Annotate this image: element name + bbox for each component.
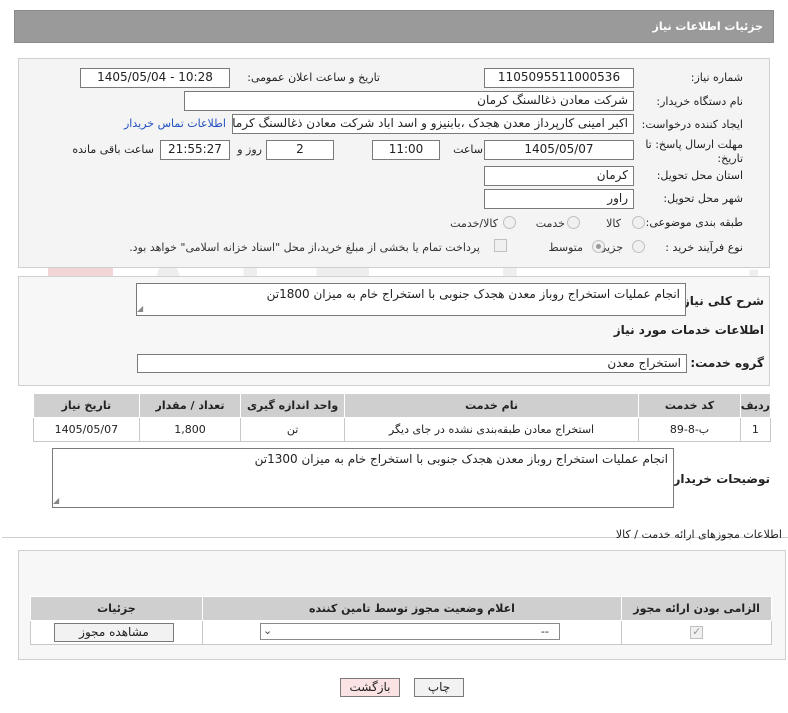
back-button[interactable]: بازگشت (340, 678, 400, 697)
col-permit-details: جزئیات (30, 596, 203, 621)
treasury-payment-note: پرداخت تمام یا بخشی از مبلغ خرید،از محل … (129, 241, 480, 254)
province-label: استان محل تحویل: (656, 169, 743, 182)
deadline-label-date: تاریخ: (717, 152, 743, 165)
city-label: شهر محل تحویل: (663, 192, 743, 205)
permit-required-checkbox[interactable] (690, 625, 704, 640)
service-group-field: استخراج معدن (137, 354, 687, 373)
deadline-label: مهلت ارسال پاسخ: تا (645, 138, 743, 151)
city-field: راور (484, 189, 634, 209)
buyer-notes-textarea[interactable]: انجام عملیات استخراج روباز معدن هجدک جنو… (52, 448, 674, 508)
permit-status-value: -- (541, 625, 549, 638)
creator-label: ایجاد کننده درخواست: (641, 118, 743, 131)
cell-qty: 1,800 (138, 417, 242, 442)
announce-date-field: 1405/05/04 - 10:28 (80, 68, 230, 88)
services-section-title: اطلاعات خدمات مورد نیاز (613, 323, 764, 337)
col-code: کد خدمت (638, 393, 741, 418)
remaining-time-field: 21:55:27 (160, 140, 230, 160)
buyer-contact-link[interactable]: اطلاعات تماس خریدار (124, 117, 226, 130)
col-permit-status: اعلام وضعیت مجوز توسط تامین کننده (201, 596, 623, 621)
need-number-label: شماره نیاز: (690, 71, 743, 84)
creator-field: اکبر امینی کارپرداز معدن هجدک ،بابنیزو و… (232, 114, 634, 134)
cell-unit: تن (240, 417, 345, 442)
process-radio-minor[interactable] (632, 240, 645, 253)
announce-date-label: تاریخ و ساعت اعلان عمومی: (247, 71, 380, 84)
need-number-field: 1105095511000536 (484, 68, 634, 88)
buyer-notes-label: توضیحات خریدار: (668, 472, 770, 486)
category-radio-goods[interactable] (632, 216, 645, 229)
buyer-org-label: نام دستگاه خریدار: (656, 95, 743, 108)
treasury-payment-checkbox[interactable] (494, 239, 507, 252)
category-option-goods: کالا (606, 217, 621, 230)
col-unit: واحد اندازه گیری (240, 393, 345, 418)
category-radio-goods-service[interactable] (503, 216, 516, 229)
remaining-time-label: ساعت باقی مانده (72, 143, 154, 156)
permits-table-header: الزامی بودن ارائه مجوز اعلام وضعیت مجوز … (30, 596, 772, 621)
col-permit-required: الزامی بودن ارائه مجوز (621, 596, 772, 621)
page-title: جزئیات اطلاعات نیاز (652, 20, 764, 33)
days-label: روز و (237, 143, 262, 156)
process-type-label: نوع فرآیند خرید : (665, 241, 743, 254)
cell-date: 1405/05/07 (33, 417, 140, 442)
col-row: ردیف (739, 393, 772, 418)
col-qty: تعداد / مقدار (138, 393, 242, 418)
cell-row: 1 (739, 417, 772, 442)
description-textarea[interactable]: انجام عملیات استخراج روباز معدن هجدک جنو… (136, 283, 686, 316)
print-button[interactable]: چاپ (414, 678, 464, 697)
services-table: ردیف کد خدمت نام خدمت واحد اندازه گیری ت… (33, 393, 772, 442)
service-group-label: گروه خدمت: (690, 356, 764, 370)
services-table-header: ردیف کد خدمت نام خدمت واحد اندازه گیری ت… (33, 393, 772, 418)
cell-code: ب-8-89 (638, 417, 741, 442)
days-remaining-field: 2 (266, 140, 334, 160)
category-option-service: خدمت (535, 217, 565, 230)
col-name: نام خدمت (343, 393, 640, 418)
permits-section-title: اطلاعات مجوزهای ارائه خدمت / کالا (615, 528, 782, 541)
chevron-down-icon: ⌄ (263, 624, 273, 637)
category-label: طبقه بندی موضوعی: (645, 216, 743, 229)
province-field: کرمان (484, 166, 634, 186)
permit-status-select[interactable]: -- ⌄ (260, 623, 560, 640)
col-date: تاریخ نیاز (33, 393, 140, 418)
cell-permit-required (621, 620, 772, 645)
need-info-box (18, 58, 770, 268)
cell-name: استخراج معادن طبقه‌بندی نشده در جای دیگر (343, 417, 640, 442)
description-label: شرح کلی نیاز: (678, 294, 764, 308)
buyer-org-field: شرکت معادن ذغالسنگ کرمان (184, 91, 634, 111)
deadline-time-label: ساعت (453, 143, 483, 156)
deadline-date-field: 1405/05/07 (484, 140, 634, 160)
category-radio-service[interactable] (567, 216, 580, 229)
process-option-medium: متوسط (548, 241, 583, 254)
category-option-goods-service: کالا/خدمت (450, 217, 498, 230)
process-radio-medium[interactable] (592, 240, 605, 253)
page-header: جزئیات اطلاعات نیاز (14, 10, 774, 43)
deadline-time-field: 11:00 (372, 140, 440, 160)
view-permit-button[interactable]: مشاهده مجوز (54, 623, 174, 642)
table-row: 1 ب-8-89 استخراج معادن طبقه‌بندی نشده در… (33, 417, 772, 442)
